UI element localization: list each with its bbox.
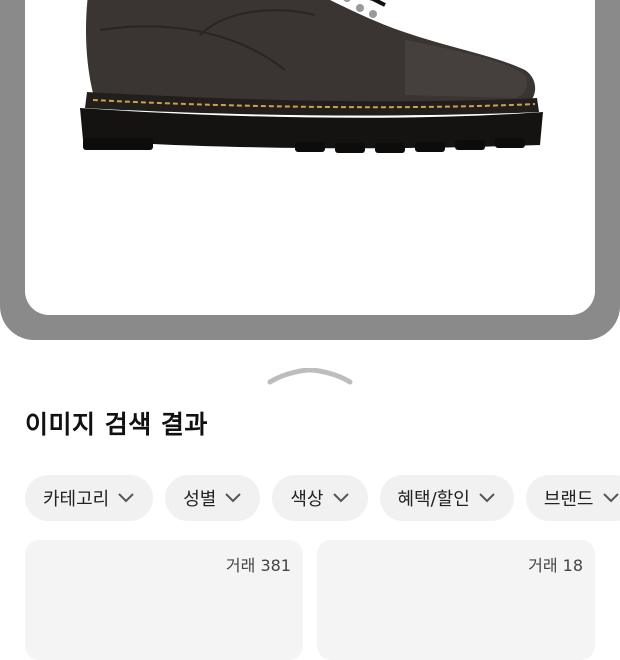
chevron-down-icon [602, 493, 619, 503]
filter-chip-label: 카테고리 [43, 489, 110, 510]
trade-count: 거래 18 [528, 556, 583, 575]
trade-count: 거래 381 [225, 556, 291, 575]
filter-chip-label: 색상 [290, 489, 324, 510]
sheet-handle[interactable] [266, 368, 354, 386]
filter-chip-brand[interactable]: 브랜드 [525, 475, 620, 521]
result-card[interactable]: 거래 18 [317, 540, 595, 660]
filter-chip-gender[interactable]: 성별 [165, 475, 261, 521]
chevron-down-icon [225, 493, 242, 503]
filter-chip-benefit[interactable]: 혜택/할인 [379, 475, 514, 521]
shoe-image [80, 0, 543, 153]
chevron-down-icon [332, 493, 349, 503]
chevron-down-icon [118, 493, 134, 503]
result-card[interactable]: 거래 381 [25, 540, 303, 660]
filter-chip-category[interactable]: 카테고리 [25, 475, 154, 521]
filter-chip-label: 혜택/할인 [397, 489, 470, 510]
filter-chip-label: 브랜드 [543, 489, 594, 510]
filter-chip-color[interactable]: 색상 [272, 475, 368, 521]
chevron-down-icon [479, 493, 495, 503]
filter-chips: 카테고리 성별 색상 혜택/할인 브랜드 [25, 475, 620, 521]
image-preview-frame [0, 0, 620, 340]
image-preview-card[interactable] [25, 0, 595, 315]
section-title: 이미지 검색 결과 [25, 410, 208, 439]
filter-chip-label: 성별 [183, 489, 217, 510]
